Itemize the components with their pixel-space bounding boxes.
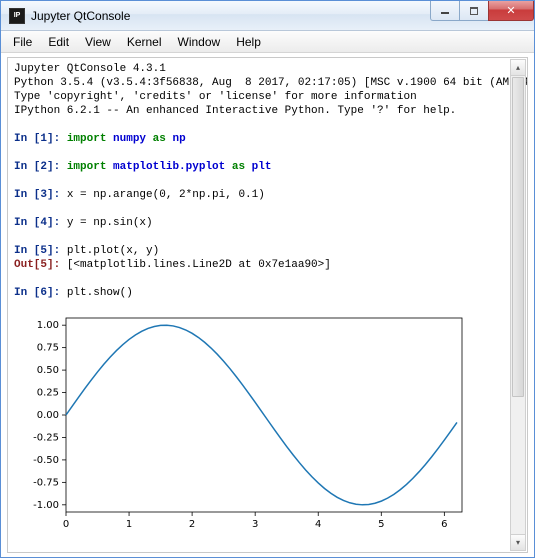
close-button[interactable]: ✕: [488, 1, 534, 21]
menu-file[interactable]: File: [5, 33, 40, 51]
cell-in-5: In [5]: plt.plot(x, y): [14, 244, 521, 258]
app-icon: IP: [9, 8, 25, 24]
console[interactable]: Jupyter QtConsole 4.3.1 Python 3.5.4 (v3…: [7, 57, 528, 553]
window-controls: ✕: [430, 1, 534, 21]
svg-text:3: 3: [252, 519, 258, 530]
sine-plot: -1.00 -0.75 -0.50 -0.25 0.00 0.25 0.50 0.75 1.00…: [14, 308, 474, 538]
svg-text:0: 0: [63, 519, 69, 530]
banner-line: Jupyter QtConsole 4.3.1: [14, 62, 521, 76]
menu-kernel[interactable]: Kernel: [119, 33, 170, 51]
svg-text:0.75: 0.75: [37, 343, 59, 354]
svg-text:0.00: 0.00: [37, 410, 59, 421]
svg-text:-1.00: -1.00: [33, 500, 59, 511]
svg-text:0.25: 0.25: [37, 388, 59, 399]
svg-text:6: 6: [441, 519, 447, 530]
in-prompt: In [6]:: [14, 287, 67, 299]
cell-out-5: Out[5]: [<matplotlib.lines.Line2D at 0x7…: [14, 258, 521, 272]
svg-text:0.50: 0.50: [37, 365, 59, 376]
in-prompt: In [4]:: [14, 217, 67, 229]
maximize-button[interactable]: [459, 1, 488, 21]
cell-in-1: In [1]: import numpy as np: [14, 132, 521, 146]
menu-edit[interactable]: Edit: [40, 33, 77, 51]
svg-text:1.00: 1.00: [37, 320, 59, 331]
svg-text:2: 2: [189, 519, 195, 530]
in-prompt: In [1]:: [14, 133, 67, 145]
window-title: Jupyter QtConsole: [31, 9, 130, 23]
output-plot: -1.00 -0.75 -0.50 -0.25 0.00 0.25 0.50 0.75 1.00…: [14, 308, 521, 543]
titlebar[interactable]: IP Jupyter QtConsole ✕: [1, 1, 534, 31]
out-prompt: Out[5]:: [14, 259, 67, 271]
svg-text:1: 1: [126, 519, 132, 530]
menu-help[interactable]: Help: [228, 33, 269, 51]
menu-window[interactable]: Window: [170, 33, 229, 51]
menu-view[interactable]: View: [77, 33, 119, 51]
svg-text:5: 5: [378, 519, 384, 530]
menubar: File Edit View Kernel Window Help: [1, 31, 534, 53]
svg-text:-0.25: -0.25: [33, 432, 59, 443]
cell-in-2: In [2]: import matplotlib.pyplot as plt: [14, 160, 521, 174]
cell-in-6: In [6]: plt.show(): [14, 286, 521, 300]
banner-line: Python 3.5.4 (v3.5.4:3f56838, Aug 8 2017…: [14, 76, 521, 90]
vertical-scrollbar[interactable]: ▴ ▾: [510, 59, 526, 551]
cell-in-4: In [4]: y = np.sin(x): [14, 216, 521, 230]
in-prompt: In [5]:: [14, 245, 67, 257]
in-prompt: In [2]:: [14, 161, 67, 173]
content-area: Jupyter QtConsole 4.3.1 Python 3.5.4 (v3…: [1, 53, 534, 557]
scroll-down-button[interactable]: ▾: [511, 534, 525, 550]
banner-line: IPython 6.2.1 -- An enhanced Interactive…: [14, 104, 521, 118]
in-prompt: In [3]:: [14, 189, 67, 201]
scroll-thumb[interactable]: [512, 77, 524, 397]
scroll-up-button[interactable]: ▴: [511, 60, 525, 76]
app-window: IP Jupyter QtConsole ✕ File Edit View Ke…: [0, 0, 535, 558]
svg-text:-0.50: -0.50: [33, 455, 59, 466]
cell-in-3: In [3]: x = np.arange(0, 2*np.pi, 0.1): [14, 188, 521, 202]
banner-line: Type 'copyright', 'credits' or 'license'…: [14, 90, 521, 104]
minimize-button[interactable]: [430, 1, 459, 21]
svg-text:-0.75: -0.75: [33, 477, 59, 488]
svg-text:4: 4: [315, 519, 321, 530]
